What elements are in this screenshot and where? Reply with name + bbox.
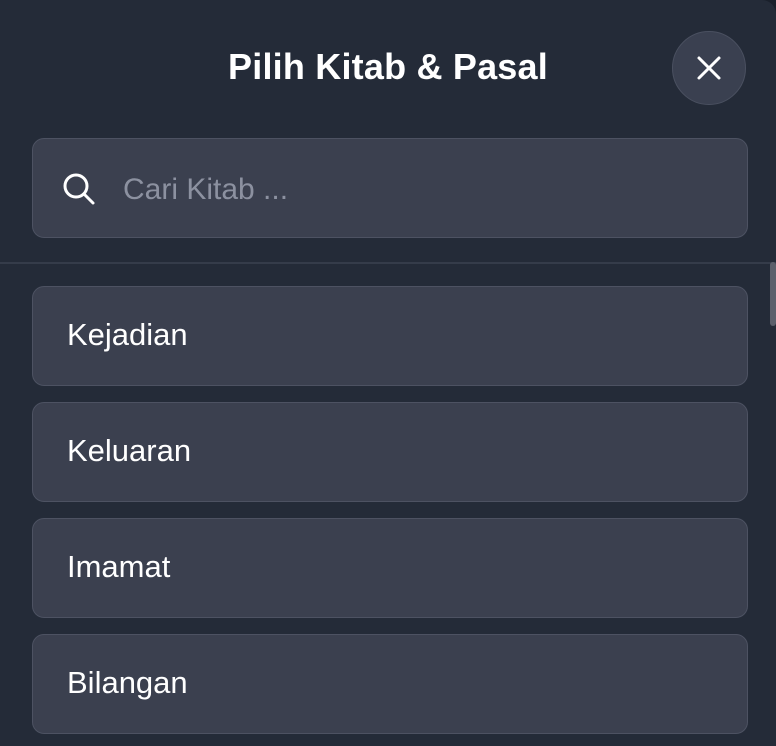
book-list[interactable]: Kejadian Keluaran Imamat Bilangan [0, 264, 776, 746]
search-input[interactable] [121, 159, 725, 221]
book-label: Bilangan [67, 665, 188, 700]
list-item[interactable]: Keluaran [32, 402, 748, 502]
picker-header: Pilih Kitab & Pasal [0, 0, 776, 140]
list-item[interactable]: Imamat [32, 518, 748, 618]
search-icon [63, 173, 95, 205]
close-button[interactable] [672, 31, 746, 105]
scrollbar[interactable] [770, 262, 776, 326]
close-icon [697, 56, 721, 80]
list-item[interactable]: Kejadian [32, 286, 748, 386]
page-title: Pilih Kitab & Pasal [228, 46, 548, 87]
book-label: Keluaran [67, 433, 192, 468]
search-box[interactable] [32, 138, 748, 238]
book-chapter-picker-panel: Pilih Kitab & Pasal Kejadian Keluaran Im… [0, 0, 776, 746]
book-label: Kejadian [67, 317, 188, 352]
list-item[interactable]: Bilangan [32, 634, 748, 734]
book-label: Imamat [67, 549, 171, 584]
